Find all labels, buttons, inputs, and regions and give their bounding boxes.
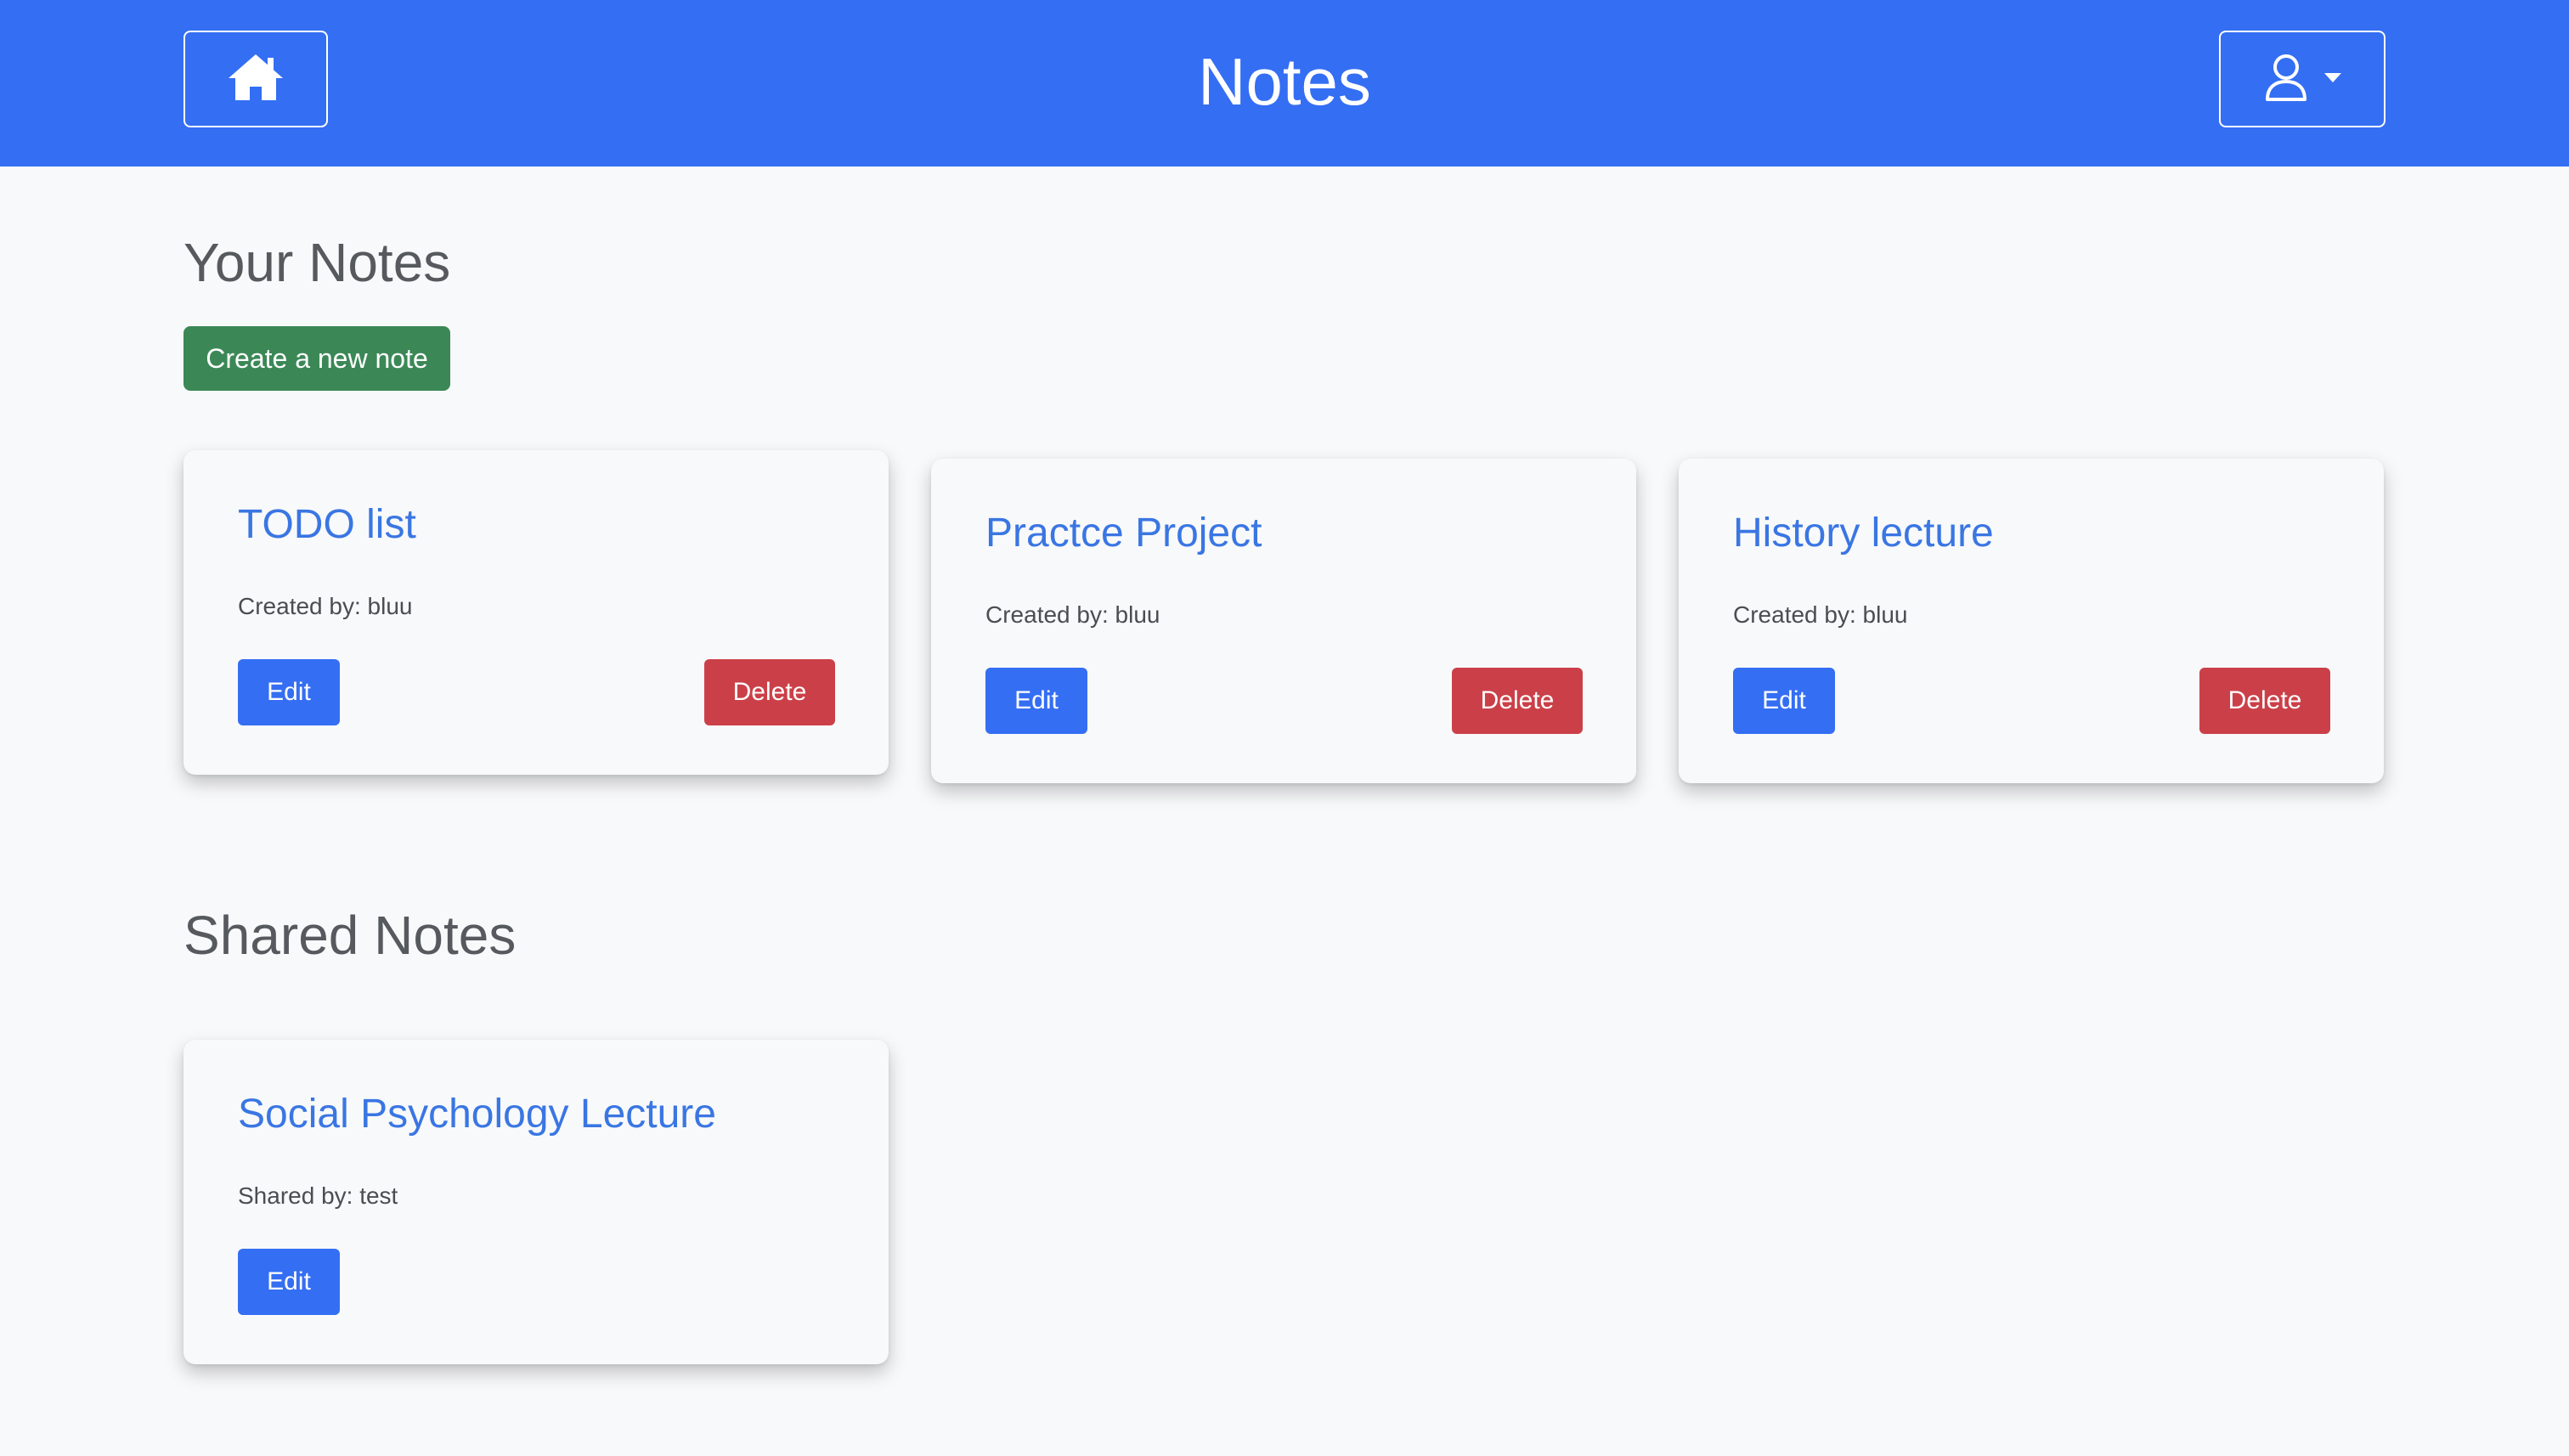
edit-button[interactable]: Edit <box>1733 668 1835 734</box>
user-icon <box>2263 53 2309 106</box>
note-card: Practce Project Created by: bluu Edit De… <box>931 459 1636 783</box>
note-sharer: Shared by: test <box>238 1182 398 1209</box>
edit-button[interactable]: Edit <box>238 1249 340 1315</box>
page-title: Notes <box>1198 44 1371 119</box>
shared-notes-heading: Shared Notes <box>184 905 517 966</box>
delete-button[interactable]: Delete <box>704 659 835 725</box>
note-title-link[interactable]: History lecture <box>1733 510 1994 556</box>
note-card: TODO list Created by: bluu Edit Delete <box>184 450 889 775</box>
your-notes-heading: Your Notes <box>184 232 451 293</box>
note-title-link[interactable]: Practce Project <box>985 510 1262 556</box>
note-author: Created by: bluu <box>985 601 1160 628</box>
delete-button[interactable]: Delete <box>2199 668 2330 734</box>
note-card: History lecture Created by: bluu Edit De… <box>1679 459 2384 783</box>
chevron-down-icon <box>2324 72 2341 82</box>
note-title-link[interactable]: Social Psychology Lecture <box>238 1091 716 1137</box>
edit-button[interactable]: Edit <box>238 659 340 725</box>
navbar: Notes <box>0 0 2569 166</box>
note-title-link[interactable]: TODO list <box>238 501 416 548</box>
create-note-button[interactable]: Create a new note <box>184 326 450 391</box>
note-author: Created by: bluu <box>1733 601 1908 628</box>
note-author: Created by: bluu <box>238 593 413 619</box>
user-menu-button[interactable] <box>2219 31 2386 127</box>
shared-note-card: Social Psychology Lecture Shared by: tes… <box>184 1040 889 1364</box>
edit-button[interactable]: Edit <box>985 668 1087 734</box>
delete-button[interactable]: Delete <box>1452 668 1583 734</box>
